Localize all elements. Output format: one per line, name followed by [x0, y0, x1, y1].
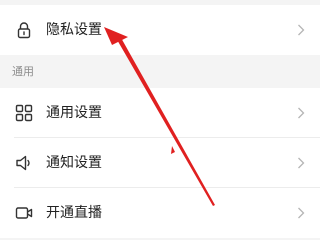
camera-icon — [15, 207, 33, 219]
grid-icon — [15, 104, 33, 122]
chevron-right-icon — [298, 24, 305, 36]
general-section-header: 通用 — [0, 55, 320, 88]
start-live-row[interactable]: 开通直播 — [0, 188, 320, 238]
settings-screen: 隐私设置 通用 通用设置 通知设置 开通直播 — [0, 0, 320, 240]
privacy-settings-row[interactable]: 隐私设置 — [0, 5, 320, 55]
general-section-title: 通用 — [12, 65, 34, 78]
privacy-settings-label: 隐私设置 — [46, 22, 102, 38]
start-live-label: 开通直播 — [46, 205, 102, 221]
notification-settings-row[interactable]: 通知设置 — [0, 138, 320, 188]
general-settings-row[interactable]: 通用设置 — [0, 88, 320, 138]
notification-settings-label: 通知设置 — [46, 155, 102, 171]
general-settings-label: 通用设置 — [46, 105, 102, 121]
chevron-right-icon — [298, 157, 305, 169]
speaker-icon — [16, 155, 30, 171]
chevron-right-icon — [298, 207, 305, 219]
chevron-right-icon — [298, 107, 305, 119]
lock-icon — [17, 22, 31, 39]
